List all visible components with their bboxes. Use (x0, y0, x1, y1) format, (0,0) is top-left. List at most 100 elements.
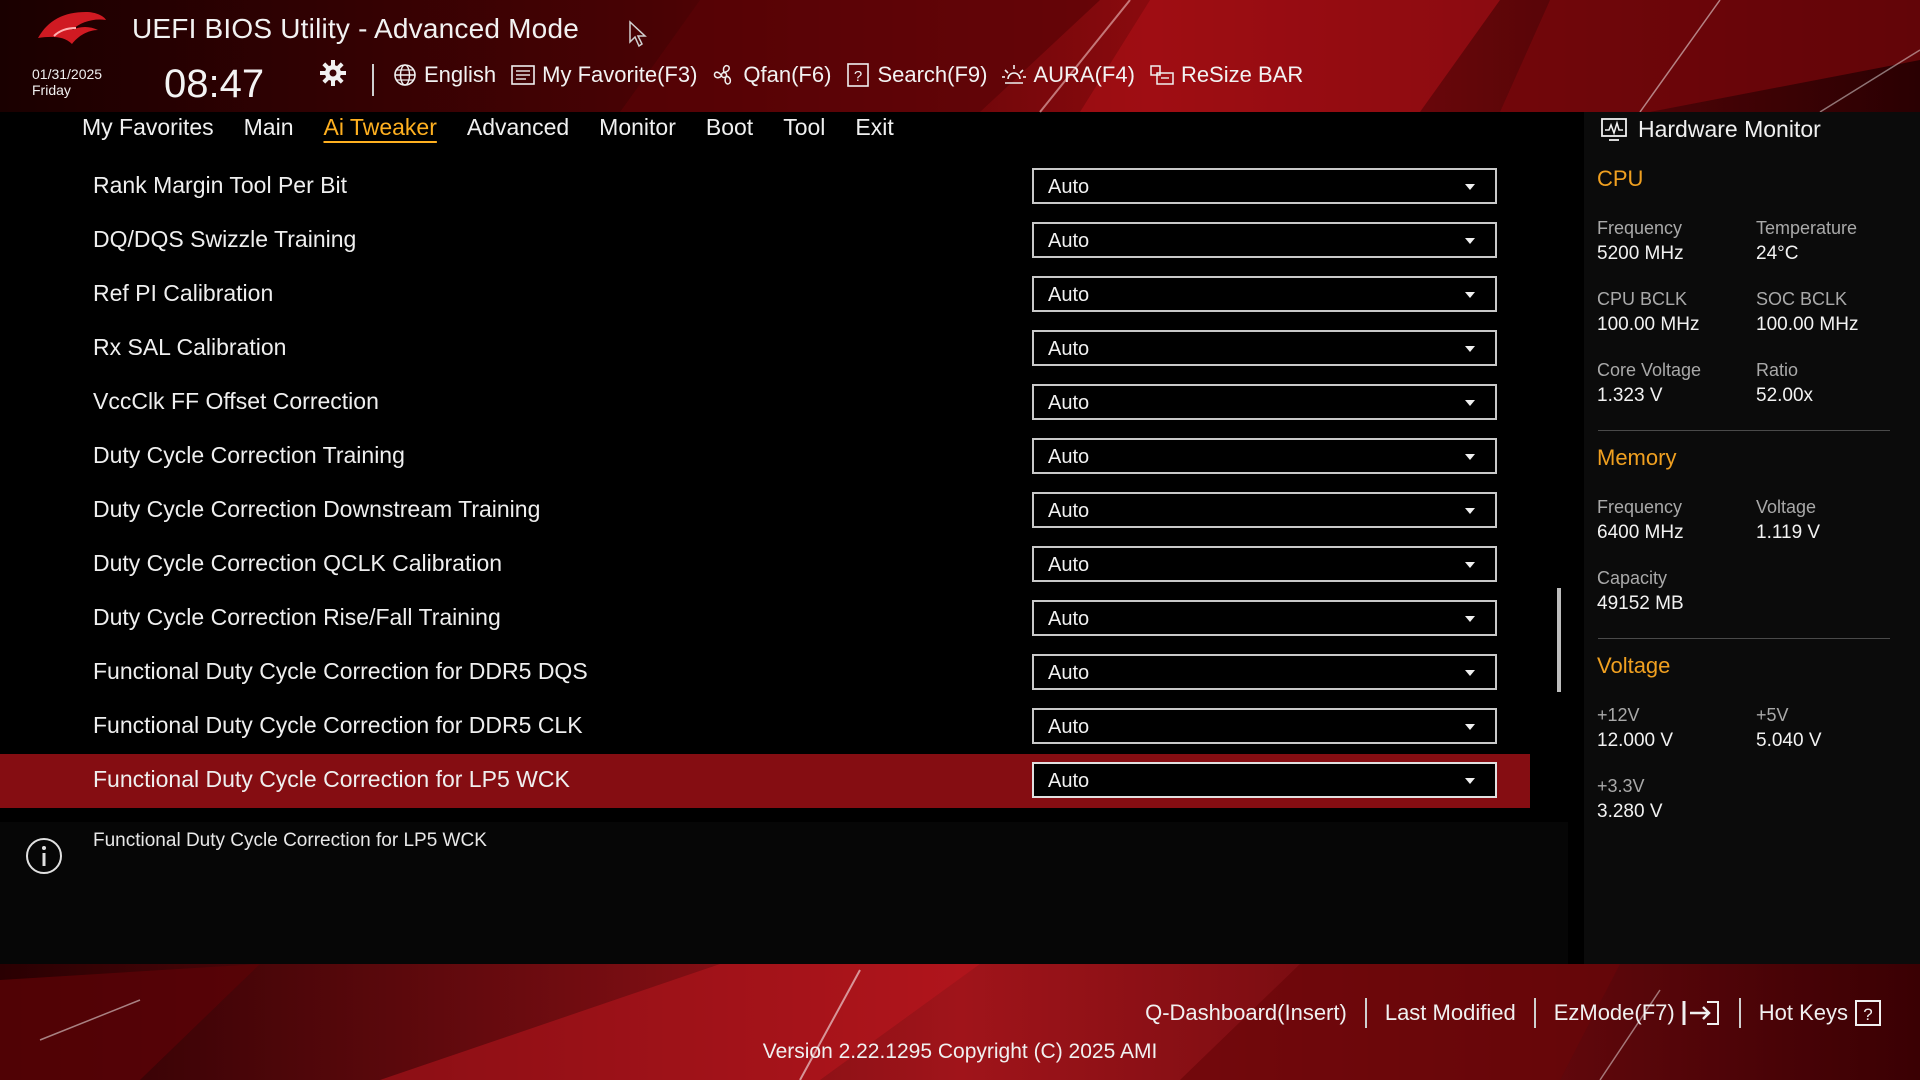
language-button[interactable]: English (392, 62, 496, 88)
dropdown-arrow-icon (1465, 292, 1475, 298)
svg-text:?: ? (854, 68, 862, 85)
svg-text:?: ? (1863, 1005, 1872, 1024)
setting-dropdown[interactable]: Auto (1032, 276, 1497, 312)
setting-label: Functional Duty Cycle Correction for LP5… (93, 766, 570, 792)
setting-row[interactable]: Rank Margin Tool Per Bit Auto (0, 160, 1530, 214)
tab-my-favorites[interactable]: My Favorites (82, 114, 214, 141)
cpu-bclk-value: 100.00 MHz (1597, 314, 1700, 335)
setting-dropdown[interactable]: Auto (1032, 222, 1497, 258)
q-dashboard-button[interactable]: Q-Dashboard(Insert) (1127, 1000, 1365, 1026)
setting-label: Rx SAL Calibration (93, 334, 287, 360)
dropdown-arrow-icon (1465, 184, 1475, 190)
setting-label: Duty Cycle Correction Rise/Fall Training (93, 604, 501, 630)
dropdown-value: Auto (1048, 392, 1090, 414)
last-modified-button[interactable]: Last Modified (1367, 1000, 1534, 1026)
resize-bar-icon (1150, 65, 1174, 85)
exit-arrow-icon (1682, 1001, 1719, 1025)
language-label: English (424, 62, 497, 87)
dropdown-arrow-icon (1465, 454, 1475, 460)
tab-boot[interactable]: Boot (706, 114, 753, 141)
dropdown-arrow-icon (1465, 238, 1475, 244)
setting-label: Ref PI Calibration (93, 280, 274, 306)
tab-monitor[interactable]: Monitor (599, 114, 676, 141)
setting-dropdown[interactable]: Auto (1032, 492, 1497, 528)
qfan-label: Qfan(F6) (743, 62, 832, 87)
setting-row[interactable]: Duty Cycle Correction QCLK Calibration A… (0, 538, 1530, 592)
setting-dropdown[interactable]: Auto (1032, 438, 1497, 474)
setting-dropdown[interactable]: Auto (1032, 654, 1497, 690)
setting-label: Functional Duty Cycle Correction for DDR… (93, 712, 583, 738)
setting-dropdown[interactable]: Auto (1032, 546, 1497, 582)
setting-row[interactable]: Duty Cycle Correction Downstream Trainin… (0, 484, 1530, 538)
ezmode-button[interactable]: EzMode(F7) (1536, 999, 1739, 1027)
weekday-text: Friday (32, 82, 71, 98)
ratio-value: 52.00x (1756, 385, 1814, 406)
memory-capacity-label: Capacity (1597, 568, 1668, 588)
tab-main[interactable]: Main (244, 114, 294, 141)
setting-label: Duty Cycle Correction Training (93, 442, 405, 468)
ratio-label: Ratio (1756, 360, 1799, 380)
setting-dropdown[interactable]: Auto (1032, 168, 1497, 204)
qfan-button[interactable]: Qfan(F6) (711, 62, 831, 88)
v5-label: +5V (1756, 705, 1789, 725)
setting-dropdown[interactable]: Auto (1032, 708, 1497, 744)
gear-icon[interactable] (318, 58, 348, 88)
aura-button[interactable]: AURA(F4) (1001, 62, 1135, 88)
setting-dropdown[interactable]: Auto (1032, 384, 1497, 420)
dropdown-arrow-icon (1465, 778, 1475, 784)
setting-row[interactable]: Rx SAL Calibration Auto (0, 322, 1530, 376)
search-button[interactable]: ? Search(F9) (845, 62, 987, 88)
setting-label: Rank Margin Tool Per Bit (93, 172, 347, 198)
clock: 08:47 (164, 62, 265, 106)
tab-ai-tweaker[interactable]: Ai Tweaker (324, 114, 437, 141)
v33-label: +3.3V (1597, 776, 1645, 796)
toolbar: English My Favorite(F3) Qfan(F6) ? Searc… (392, 62, 1303, 88)
v5-value: 5.040 V (1756, 730, 1822, 751)
setting-label: Functional Duty Cycle Correction for DDR… (93, 658, 588, 684)
setting-row[interactable]: Duty Cycle Correction Training Auto (0, 430, 1530, 484)
core-voltage-value: 1.323 V (1597, 385, 1663, 406)
memory-frequency-label: Frequency (1597, 497, 1683, 517)
setting-dropdown[interactable]: Auto (1032, 600, 1497, 636)
setting-row[interactable]: Functional Duty Cycle Correction for DDR… (0, 646, 1530, 700)
tab-exit[interactable]: Exit (855, 114, 893, 141)
top-bar: UEFI BIOS Utility - Advanced Mode 01/31/… (0, 0, 1920, 112)
settings-scrollbar[interactable] (1557, 588, 1561, 692)
setting-row[interactable]: Duty Cycle Correction Rise/Fall Training… (0, 592, 1530, 646)
help-text: Functional Duty Cycle Correction for LP5… (93, 830, 487, 851)
date-display: 01/31/2025 Friday (32, 66, 102, 98)
dropdown-value: Auto (1048, 554, 1090, 576)
setting-dropdown[interactable]: Auto (1032, 762, 1497, 798)
hot-keys-button[interactable]: Hot Keys ? (1741, 999, 1900, 1027)
my-favorite-button[interactable]: My Favorite(F3) (510, 62, 697, 88)
dropdown-value: Auto (1048, 338, 1090, 360)
tab-advanced[interactable]: Advanced (467, 114, 569, 141)
setting-row-selected[interactable]: Functional Duty Cycle Correction for LP5… (0, 754, 1530, 808)
cpu-bclk-label: CPU BCLK (1597, 289, 1688, 309)
help-question-icon: ? (1855, 1000, 1881, 1026)
settings-list: Rank Margin Tool Per Bit Auto DQ/DQS Swi… (0, 160, 1530, 808)
tab-tool[interactable]: Tool (783, 114, 825, 141)
core-voltage-label: Core Voltage (1597, 360, 1702, 380)
memory-voltage-value: 1.119 V (1756, 522, 1821, 543)
footer-links: Q-Dashboard(Insert) Last Modified EzMode… (1127, 998, 1900, 1028)
dropdown-value: Auto (1048, 500, 1090, 522)
aura-icon (1002, 65, 1027, 84)
dropdown-arrow-icon (1465, 562, 1475, 568)
setting-row[interactable]: VccClk FF Offset Correction Auto (0, 376, 1530, 430)
setting-row[interactable]: DQ/DQS Swizzle Training Auto (0, 214, 1530, 268)
hardware-monitor-title: Hardware Monitor (1638, 116, 1821, 142)
cpu-heading: CPU (1597, 166, 1644, 191)
dropdown-arrow-icon (1465, 346, 1475, 352)
resize-bar-button[interactable]: ReSize BAR (1149, 62, 1303, 88)
search-icon: ? (847, 63, 870, 87)
my-favorite-label: My Favorite(F3) (542, 62, 698, 87)
setting-label: Duty Cycle Correction Downstream Trainin… (93, 496, 541, 522)
setting-dropdown[interactable]: Auto (1032, 330, 1497, 366)
setting-row[interactable]: Functional Duty Cycle Correction for DDR… (0, 700, 1530, 754)
dropdown-arrow-icon (1465, 508, 1475, 514)
dropdown-value: Auto (1048, 716, 1090, 738)
setting-row[interactable]: Ref PI Calibration Auto (0, 268, 1530, 322)
section-divider (1598, 430, 1890, 431)
main-menu: My Favorites Main Ai Tweaker Advanced Mo… (82, 114, 894, 141)
